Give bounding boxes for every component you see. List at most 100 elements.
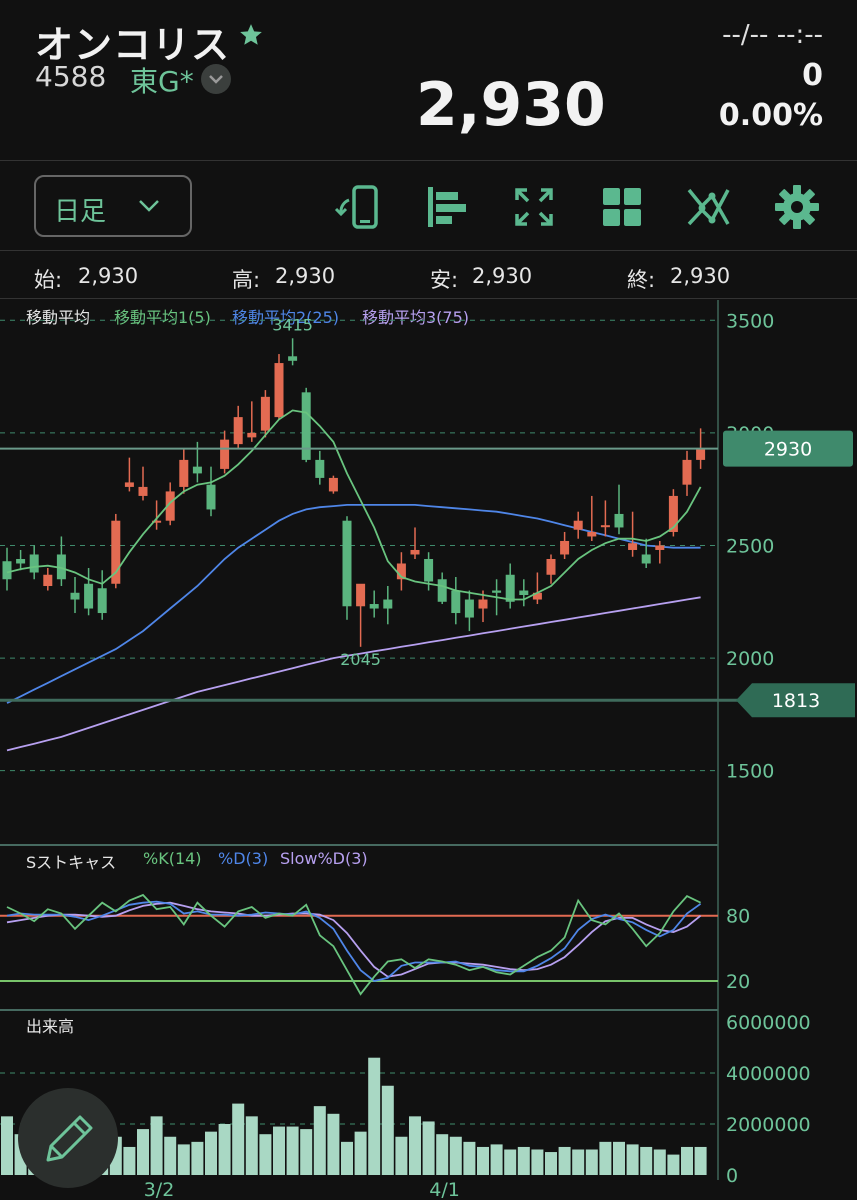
volume-bar <box>599 1141 612 1175</box>
volume-bar <box>150 1116 163 1175</box>
volume-bar <box>137 1129 149 1175</box>
draw-button[interactable] <box>18 1088 118 1188</box>
volume-bar <box>395 1136 408 1175</box>
stoch-tick-label: 20 <box>726 971 750 993</box>
x-tick-label: 3/2 <box>144 1179 175 1200</box>
y-tick-label: 2500 <box>726 535 774 557</box>
line-value-badge-label: 1813 <box>772 690 820 712</box>
volume-bar <box>191 1141 204 1175</box>
candle-body <box>247 432 257 438</box>
candle-body <box>97 588 107 614</box>
volume-bar <box>205 1131 217 1175</box>
candle-body <box>179 459 189 487</box>
y-tick-label: 2000 <box>726 648 774 670</box>
candle-body <box>16 558 26 564</box>
candle-body <box>655 545 665 550</box>
low-annotation: 2045 <box>340 650 381 669</box>
volume-bar <box>545 1152 557 1175</box>
stoch-tick-label: 80 <box>726 906 750 928</box>
volume-bar <box>368 1057 381 1175</box>
candle-body <box>410 549 420 555</box>
candle-body <box>342 520 352 607</box>
candle-body <box>43 574 53 587</box>
volume-bar <box>653 1149 666 1175</box>
candle-body <box>682 459 692 485</box>
volume-bar <box>164 1136 177 1175</box>
volume-tick-label: 0 <box>726 1165 738 1187</box>
volume-bar <box>313 1106 326 1175</box>
candle-body <box>124 482 134 487</box>
volume-bar <box>422 1121 435 1175</box>
candle-body <box>573 520 583 530</box>
candle-body <box>587 531 597 537</box>
ma2-line <box>6 503 701 704</box>
candle-body <box>696 448 706 460</box>
volume-bar <box>517 1146 530 1175</box>
volume-bar <box>626 1144 639 1175</box>
volume-bar <box>232 1103 245 1175</box>
volume-bar <box>531 1149 544 1175</box>
candle-body <box>614 513 624 528</box>
volume-bar <box>667 1154 680 1175</box>
high-annotation: 3415 <box>272 315 313 334</box>
volume-bar <box>558 1146 571 1175</box>
volume-bar <box>381 1085 394 1175</box>
candle-body <box>84 583 94 609</box>
current-price-badge-label: 2930 <box>764 439 812 461</box>
volume-bar <box>694 1146 707 1175</box>
volume-bar <box>504 1149 517 1175</box>
volume-bar <box>409 1116 421 1175</box>
x-tick-label: 4/1 <box>429 1179 460 1200</box>
candle-body <box>220 439 230 469</box>
volume-bar <box>463 1141 476 1175</box>
candle-body <box>301 392 311 460</box>
candle-body <box>274 363 284 418</box>
volume-tick-label: 2000000 <box>726 1114 811 1136</box>
candle-body <box>641 554 651 564</box>
candle-body <box>437 579 447 602</box>
stock-chart[interactable]: 3500300025002000150034152045293018138020… <box>0 0 857 1200</box>
volume-bar <box>436 1134 449 1175</box>
candle-body <box>600 525 610 528</box>
volume-bar <box>681 1146 693 1175</box>
candle-body <box>70 592 80 600</box>
candle-body <box>29 554 39 573</box>
volume-bar <box>273 1126 285 1175</box>
candle-body <box>546 558 556 575</box>
candle-body <box>464 599 474 618</box>
candle-body <box>451 590 461 614</box>
volume-bar <box>123 1146 136 1175</box>
volume-bar <box>300 1129 313 1175</box>
y-tick-label: 3500 <box>726 310 774 332</box>
volume-bar <box>585 1149 598 1175</box>
ma3-line <box>6 596 701 752</box>
candle-body <box>288 356 298 361</box>
volume-bar <box>354 1131 367 1175</box>
volume-bar <box>613 1141 625 1175</box>
pencil-icon <box>46 1115 93 1162</box>
candle-body <box>369 604 379 609</box>
candle-body <box>492 590 502 593</box>
volume-bar <box>245 1116 258 1175</box>
candle-body <box>478 599 488 609</box>
candle-body <box>2 561 12 580</box>
volume-bar <box>341 1141 353 1175</box>
volume-bar <box>259 1134 272 1175</box>
volume-bar <box>177 1144 190 1175</box>
stoch-slowd-line <box>6 901 702 978</box>
candle-body <box>206 484 216 510</box>
volume-bar <box>449 1136 462 1175</box>
candle-body <box>560 540 570 555</box>
candle-body <box>383 599 393 609</box>
candle-body <box>505 574 515 602</box>
candle-body <box>519 590 529 596</box>
volume-bar <box>218 1124 231 1175</box>
candle-body <box>628 543 638 550</box>
volume-bar <box>477 1146 489 1175</box>
volume-bar <box>286 1126 299 1175</box>
y-tick-label: 1500 <box>726 761 774 783</box>
volume-tick-label: 6000000 <box>726 1012 811 1034</box>
candle-body <box>192 466 202 474</box>
volume-bar <box>640 1146 653 1175</box>
candle-body <box>356 583 366 607</box>
